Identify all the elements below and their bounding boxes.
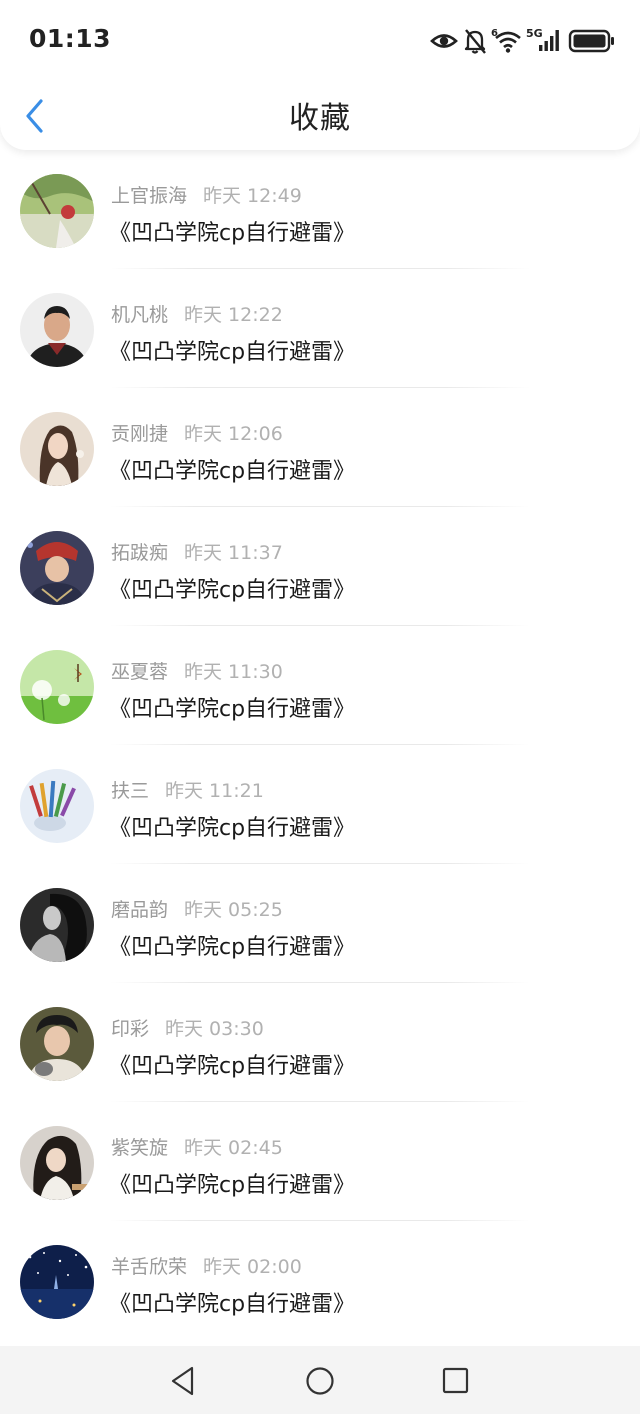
message-text: 《凹凸学院cp自行避雷》 (109, 1054, 356, 1079)
user-name: 拓跋痴 (111, 542, 169, 564)
user-name: 羊舌欣荣 (111, 1256, 188, 1278)
user-name: 上官振海 (111, 185, 188, 207)
avatar[interactable] (20, 531, 94, 605)
avatar-image (20, 1007, 94, 1081)
avatar[interactable] (20, 1007, 94, 1081)
list-item[interactable]: 贡刚捷 昨天 12:06 《凹凸学院cp自行避雷》 (0, 388, 640, 507)
avatar[interactable] (20, 1245, 94, 1319)
home-circle-icon (306, 1367, 334, 1395)
recents-square-icon (442, 1367, 469, 1394)
avatar[interactable] (20, 412, 94, 486)
message-text: 《凹凸学院cp自行避雷》 (109, 816, 356, 841)
avatar-image (20, 888, 94, 962)
avatar-image (20, 174, 94, 248)
avatar[interactable] (20, 1126, 94, 1200)
nav-home-button[interactable] (303, 1364, 337, 1398)
timestamp: 昨天 11:21 (165, 780, 264, 802)
nav-back-button[interactable] (167, 1364, 201, 1398)
timestamp: 昨天 11:37 (184, 542, 283, 564)
status-time: 01:13 (29, 24, 112, 53)
user-name: 磨品韵 (111, 899, 169, 921)
avatar-image (20, 531, 94, 605)
user-name: 印彩 (111, 1018, 150, 1040)
list-item[interactable]: 机凡桃 昨天 12:22 《凹凸学院cp自行避雷》 (0, 269, 640, 388)
list-item[interactable]: 扶三 昨天 11:21 《凹凸学院cp自行避雷》 (0, 745, 640, 864)
status-bar: 01:13 6 5G (0, 0, 640, 82)
timestamp: 昨天 11:30 (184, 661, 283, 683)
avatar-image (20, 769, 94, 843)
user-name: 紫笑旋 (111, 1137, 169, 1159)
list-item[interactable]: 巫夏蓉 昨天 11:30 《凹凸学院cp自行避雷》 (0, 626, 640, 745)
timestamp: 昨天 12:22 (184, 304, 283, 326)
avatar[interactable] (20, 888, 94, 962)
system-nav-bar (0, 1346, 640, 1414)
list-item[interactable]: 上官振海 昨天 12:49 《凹凸学院cp自行避雷》 (0, 150, 640, 269)
timestamp: 昨天 05:25 (184, 899, 283, 921)
favorites-list: 上官振海 昨天 12:49 《凹凸学院cp自行避雷》 机凡桃 昨天 12:22 《凹… (0, 150, 640, 1346)
message-text: 《凹凸学院cp自行避雷》 (109, 935, 356, 960)
list-item[interactable]: 羊舌欣荣 昨天 02:00 《凹凸学院cp自行避雷》 (0, 1221, 640, 1340)
timestamp: 昨天 03:30 (165, 1018, 264, 1040)
list-item[interactable]: 磨品韵 昨天 05:25 《凹凸学院cp自行避雷》 (0, 864, 640, 983)
wifi-icon: 6 (491, 26, 523, 56)
user-name: 巫夏蓉 (111, 661, 169, 683)
app-header: 01:13 6 5G 收藏 (0, 0, 640, 150)
message-text: 《凹凸学院cp自行避雷》 (109, 459, 356, 484)
avatar[interactable] (20, 650, 94, 724)
avatar-image (20, 650, 94, 724)
user-name: 贡刚捷 (111, 423, 169, 445)
avatar[interactable] (20, 293, 94, 367)
message-text: 《凹凸学院cp自行避雷》 (109, 578, 356, 603)
timestamp: 昨天 02:00 (203, 1256, 302, 1278)
timestamp: 昨天 02:45 (184, 1137, 283, 1159)
user-name: 机凡桃 (111, 304, 169, 326)
avatar[interactable] (20, 769, 94, 843)
avatar-image (20, 1245, 94, 1319)
back-triangle-icon (171, 1366, 194, 1396)
timestamp: 昨天 12:06 (184, 423, 283, 445)
network-type-label: 5G (526, 27, 543, 40)
eye-icon (430, 26, 458, 56)
message-text: 《凹凸学院cp自行避雷》 (109, 1292, 356, 1317)
battery-icon (568, 26, 616, 56)
list-item[interactable]: 紫笑旋 昨天 02:45 《凹凸学院cp自行避雷》 (0, 1102, 640, 1221)
message-text: 《凹凸学院cp自行避雷》 (109, 340, 356, 365)
timestamp: 昨天 12:49 (203, 185, 302, 207)
avatar[interactable] (20, 174, 94, 248)
bell-muted-icon (463, 26, 487, 56)
list-item[interactable]: 印彩 昨天 03:30 《凹凸学院cp自行避雷》 (0, 983, 640, 1102)
avatar-image (20, 412, 94, 486)
avatar-image (20, 293, 94, 367)
page-title: 收藏 (289, 101, 351, 136)
signal-icon: 5G (526, 26, 562, 56)
user-name: 扶三 (111, 780, 150, 802)
message-text: 《凹凸学院cp自行避雷》 (109, 221, 356, 246)
list-item[interactable]: 拓跋痴 昨天 11:37 《凹凸学院cp自行避雷》 (0, 507, 640, 626)
avatar-image (20, 1126, 94, 1200)
message-text: 《凹凸学院cp自行避雷》 (109, 697, 356, 722)
message-text: 《凹凸学院cp自行避雷》 (109, 1173, 356, 1198)
nav-recents-button[interactable] (439, 1364, 473, 1398)
